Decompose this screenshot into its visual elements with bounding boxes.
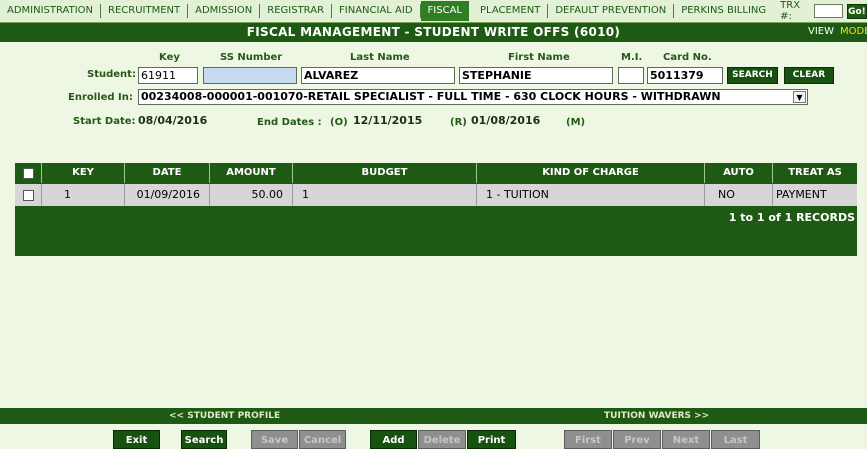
last-button[interactable]: Last xyxy=(711,430,760,449)
nav-administration[interactable]: ADMINISTRATION xyxy=(0,4,102,18)
header-treat-as[interactable]: TREAT AS xyxy=(773,163,857,183)
mi-field[interactable] xyxy=(618,67,644,84)
tuition-wavers-link[interactable]: TUITION WAVERS >> xyxy=(604,408,709,424)
cell-key: 1 xyxy=(42,184,125,206)
view-mode-label: VIEW xyxy=(808,26,834,37)
cell-amount: 50.00 xyxy=(210,184,293,206)
enrollment-selected-value: 00234008-000001-001070-RETAIL SPECIALIST… xyxy=(141,90,721,103)
next-button[interactable]: Next xyxy=(662,430,710,449)
trx-label: TRX #: xyxy=(780,0,801,22)
mode-label: MODE xyxy=(840,26,867,37)
card-no-column-label: Card No. xyxy=(663,52,712,63)
end-dates-label: End Dates : xyxy=(257,117,322,128)
start-date-label: Start Date: xyxy=(73,116,136,127)
nav-recruitment[interactable]: RECRUITMENT xyxy=(101,4,189,18)
cell-auto: NO xyxy=(705,184,773,206)
trx-input[interactable] xyxy=(813,4,843,18)
write-offs-table: KEY DATE AMOUNT BUDGET KIND OF CHARGE AU… xyxy=(15,163,857,256)
original-end-date: 12/11/2015 xyxy=(353,114,423,127)
cell-kind-of-charge: 1 - TUITION xyxy=(477,184,705,206)
action-button-row: Exit Search Save Cancel Add Delete Print… xyxy=(0,424,867,449)
print-button[interactable]: Print xyxy=(467,430,516,449)
search-student-button[interactable]: SEARCH xyxy=(727,67,778,84)
table-header: KEY DATE AMOUNT BUDGET KIND OF CHARGE AU… xyxy=(15,163,857,183)
key-column-label: Key xyxy=(159,52,180,63)
records-count: 1 to 1 of 1 RECORDS xyxy=(728,211,855,224)
ssn-column-label: SS Number xyxy=(220,52,283,63)
page-title: FISCAL MANAGEMENT - STUDENT WRITE OFFS (… xyxy=(246,25,621,39)
header-auto[interactable]: AUTO xyxy=(705,163,773,183)
header-budget[interactable]: BUDGET xyxy=(293,163,477,183)
nav-placement[interactable]: PLACEMENT xyxy=(473,4,549,18)
enrolled-in-label: Enrolled In: xyxy=(68,92,133,103)
nav-registrar[interactable]: REGISTRAR xyxy=(260,4,333,18)
cell-date: 01/09/2016 xyxy=(125,184,210,206)
add-button[interactable]: Add xyxy=(370,430,417,449)
card-no-field[interactable]: 5011379 xyxy=(647,67,723,84)
delete-button[interactable]: Delete xyxy=(418,430,466,449)
bottom-link-bar: << STUDENT PROFILE TUITION WAVERS >> xyxy=(0,408,867,424)
first-name-column-label: First Name xyxy=(508,52,570,63)
cell-budget: 1 xyxy=(293,184,477,206)
chevron-down-icon[interactable]: ▼ xyxy=(793,91,806,103)
prev-button[interactable]: Prev xyxy=(613,430,661,449)
save-button[interactable]: Save xyxy=(251,430,298,449)
select-all-checkbox[interactable] xyxy=(23,168,34,179)
enrollment-select[interactable]: 00234008-000001-001070-RETAIL SPECIALIST… xyxy=(138,89,808,105)
max-end-label: (M) xyxy=(566,117,586,128)
clear-button[interactable]: CLEAR xyxy=(784,67,834,84)
ssn-field[interactable] xyxy=(203,67,297,84)
header-key[interactable]: KEY xyxy=(42,163,125,183)
table-row[interactable]: 1 01/09/2016 50.00 1 1 - TUITION NO PAYM… xyxy=(15,184,857,206)
student-key-field[interactable]: 61911 xyxy=(138,67,198,84)
start-date-value: 08/04/2016 xyxy=(138,114,208,127)
cell-treat-as: PAYMENT xyxy=(776,188,827,201)
row-checkbox[interactable] xyxy=(23,190,34,201)
search-button[interactable]: Search xyxy=(181,430,227,449)
revised-end-label: (R) xyxy=(450,117,467,128)
title-bar: FISCAL MANAGEMENT - STUDENT WRITE OFFS (… xyxy=(0,23,867,42)
last-name-column-label: Last Name xyxy=(350,52,410,63)
first-button[interactable]: First xyxy=(564,430,612,449)
select-all-cell xyxy=(15,163,42,183)
nav-perkins-billing[interactable]: PERKINS BILLING xyxy=(674,4,773,18)
cancel-button[interactable]: Cancel xyxy=(299,430,346,449)
nav-admission[interactable]: ADMISSION xyxy=(188,4,261,18)
first-name-field[interactable]: STEPHANIE xyxy=(459,67,613,84)
exit-button[interactable]: Exit xyxy=(113,430,160,449)
original-end-label: (O) xyxy=(330,117,348,128)
row-select-cell xyxy=(15,184,42,206)
header-amount[interactable]: AMOUNT xyxy=(210,163,293,183)
top-nav: ADMINISTRATION RECRUITMENT ADMISSION REG… xyxy=(0,0,867,23)
revised-end-date: 01/08/2016 xyxy=(471,114,541,127)
nav-fiscal[interactable]: FISCAL xyxy=(420,1,469,21)
nav-financial-aid[interactable]: FINANCIAL AID xyxy=(332,4,421,18)
mi-column-label: M.I. xyxy=(621,52,643,63)
go-button[interactable]: Go! xyxy=(846,3,867,19)
last-name-field[interactable]: ALVAREZ xyxy=(301,67,455,84)
header-kind-of-charge[interactable]: KIND OF CHARGE xyxy=(477,163,705,183)
student-label: Student: xyxy=(87,69,136,80)
nav-default-prevention[interactable]: DEFAULT PREVENTION xyxy=(548,4,675,18)
student-profile-link[interactable]: << STUDENT PROFILE xyxy=(169,408,280,424)
header-date[interactable]: DATE xyxy=(125,163,210,183)
